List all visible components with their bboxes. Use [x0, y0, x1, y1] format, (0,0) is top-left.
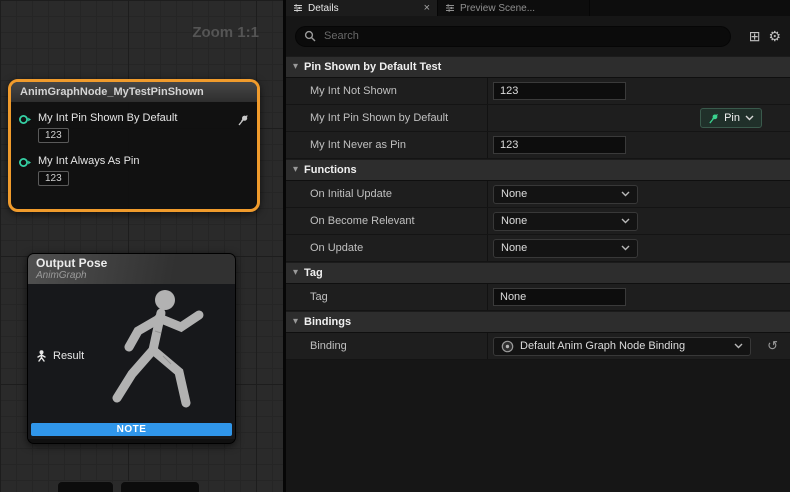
chevron-down-icon	[621, 245, 630, 251]
chevron-down-icon	[734, 343, 743, 349]
node-title: Output Pose	[36, 256, 227, 270]
dropdown-value: None	[501, 242, 527, 254]
property-row-my-int-pin-shown-by-default: My Int Pin Shown by Default Pin	[286, 105, 790, 132]
anim-graph-canvas[interactable]: Zoom 1:1 AnimGraphNode_MyTestPinShown My…	[0, 0, 283, 492]
tab-bar: Details × Preview Scene...	[286, 0, 790, 16]
zoom-level-label: Zoom 1:1	[192, 24, 259, 41]
pin-button-label: Pin	[724, 112, 740, 124]
property-value: Pin	[487, 105, 790, 131]
property-label: Tag	[286, 284, 487, 310]
function-dropdown[interactable]: None	[493, 239, 638, 258]
binding-class-icon	[501, 340, 514, 353]
search-icon	[304, 30, 316, 42]
details-panel: Details × Preview Scene... ⊞ ⚙ ▾ Pin Sho…	[286, 0, 790, 492]
node-header[interactable]: Output Pose AnimGraph	[28, 254, 235, 284]
offscreen-node[interactable]	[120, 481, 200, 492]
int-pin-icon[interactable]	[18, 156, 32, 169]
pin-icon	[708, 113, 719, 124]
property-value: None	[487, 181, 790, 207]
category-bindings[interactable]: ▾ Bindings	[286, 311, 790, 333]
property-label: On Become Relevant	[286, 208, 487, 234]
output-pose-node[interactable]: Output Pose AnimGraph	[27, 253, 236, 444]
pin-visibility-button[interactable]: Pin	[700, 108, 762, 128]
search-input[interactable]	[322, 29, 722, 43]
property-row-on-become-relevant: On Become Relevant None	[286, 208, 790, 235]
pin-texts: My Int Pin Shown By Default 123	[38, 112, 177, 143]
pin-value-field[interactable]: 123	[38, 171, 69, 186]
pin-row: My Int Always As Pin 123	[11, 155, 257, 186]
binding-dropdown[interactable]: Default Anim Graph Node Binding	[493, 337, 751, 356]
property-value: None	[487, 208, 790, 234]
tab-details[interactable]: Details ×	[286, 0, 438, 16]
reset-to-default-icon[interactable]: ↺	[767, 338, 778, 354]
property-label: On Update	[286, 235, 487, 261]
note-bar[interactable]: NOTE	[31, 423, 232, 436]
chevron-down-icon	[621, 191, 630, 197]
dropdown-value: Default Anim Graph Node Binding	[520, 340, 685, 352]
display-filter-icon[interactable]: ⊞	[749, 29, 761, 43]
node-title[interactable]: AnimGraphNode_MyTestPinShown	[11, 82, 257, 102]
pushpin-icon[interactable]	[237, 114, 249, 126]
pose-pin-icon	[36, 350, 47, 362]
chevron-down-icon: ▾	[293, 62, 298, 72]
dropdown-value: None	[501, 215, 527, 227]
category-title: Bindings	[304, 316, 351, 328]
category-title: Pin Shown by Default Test	[304, 61, 441, 73]
category-title: Functions	[304, 164, 357, 176]
chevron-down-icon: ▾	[293, 268, 298, 278]
property-value: 123	[487, 132, 790, 158]
property-value: None	[487, 235, 790, 261]
pin-label: My Int Pin Shown By Default	[38, 112, 177, 125]
property-row-tag: Tag None	[286, 284, 790, 311]
preview-scene-tab-icon	[445, 3, 455, 13]
mannequin-preview	[81, 286, 231, 436]
property-value: 123	[487, 78, 790, 104]
chevron-down-icon	[745, 115, 754, 121]
category-pin-shown-by-default-test[interactable]: ▾ Pin Shown by Default Test	[286, 56, 790, 78]
property-row-my-int-never-as-pin: My Int Never as Pin 123	[286, 132, 790, 159]
tab-label: Preview Scene...	[460, 3, 535, 14]
tag-input[interactable]: None	[493, 288, 626, 306]
result-pin[interactable]: Result	[36, 350, 84, 362]
function-dropdown[interactable]: None	[493, 185, 638, 204]
property-label: On Initial Update	[286, 181, 487, 207]
node-subtitle: AnimGraph	[36, 270, 227, 281]
property-value: Default Anim Graph Node Binding ↺	[487, 333, 790, 359]
result-pin-label: Result	[53, 350, 84, 362]
pin-texts: My Int Always As Pin 123	[38, 155, 139, 186]
dropdown-value: None	[501, 188, 527, 200]
property-label: Binding	[286, 333, 487, 359]
pin-label: My Int Always As Pin	[38, 155, 139, 168]
tab-label: Details	[308, 3, 339, 14]
int-input[interactable]: 123	[493, 82, 626, 100]
property-row-on-update: On Update None	[286, 235, 790, 262]
property-value: None	[487, 284, 790, 310]
search-box[interactable]	[295, 26, 731, 47]
category-tag[interactable]: ▾ Tag	[286, 262, 790, 284]
int-input[interactable]: 123	[493, 136, 626, 154]
property-row-binding: Binding Default Anim Graph Node Binding …	[286, 333, 790, 360]
property-row-my-int-not-shown: My Int Not Shown 123	[286, 78, 790, 105]
anim-graph-test-node[interactable]: AnimGraphNode_MyTestPinShown My Int Pin …	[8, 79, 260, 212]
property-label: My Int Not Shown	[286, 78, 487, 104]
details-tab-icon	[293, 3, 303, 13]
chevron-down-icon: ▾	[293, 165, 298, 175]
details-toolbar: ⊞ ⚙	[286, 16, 790, 56]
close-tab-icon[interactable]: ×	[424, 3, 430, 13]
offscreen-node[interactable]	[57, 481, 114, 492]
property-row-on-initial-update: On Initial Update None	[286, 181, 790, 208]
pin-value-field[interactable]: 123	[38, 128, 69, 143]
category-title: Tag	[304, 267, 323, 279]
chevron-down-icon: ▾	[293, 317, 298, 327]
int-pin-icon[interactable]	[18, 113, 32, 126]
node-body: Result NOTE	[28, 284, 235, 439]
category-functions[interactable]: ▾ Functions	[286, 159, 790, 181]
property-label: My Int Pin Shown by Default	[286, 105, 487, 131]
chevron-down-icon	[621, 218, 630, 224]
settings-gear-icon[interactable]: ⚙	[768, 29, 781, 43]
tab-preview-scene[interactable]: Preview Scene...	[438, 0, 590, 16]
pin-row: My Int Pin Shown By Default 123	[11, 112, 257, 143]
function-dropdown[interactable]: None	[493, 212, 638, 231]
property-label: My Int Never as Pin	[286, 132, 487, 158]
